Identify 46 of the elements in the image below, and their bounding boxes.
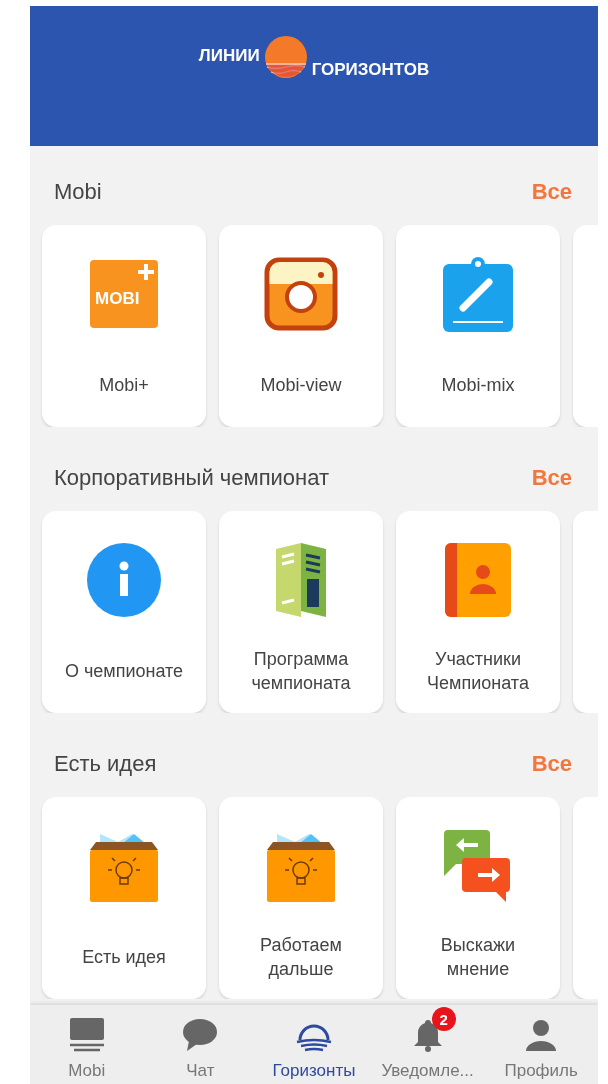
tile-label: Есть идея	[81, 946, 167, 969]
tile-label: Mobi-mix	[440, 374, 516, 397]
tile-label: О чемпионате	[63, 660, 185, 683]
tile-label: Программа чемпионата	[250, 648, 352, 695]
tile-label: Участники Чемпионата	[426, 648, 530, 695]
nav-tab[interactable]: Горизонты	[257, 1005, 371, 1084]
nav-label: Mobi	[68, 1061, 106, 1081]
app-tile[interactable]: MOBI Mobi+	[42, 225, 206, 427]
app-tile[interactable]: Работаем дальше	[219, 797, 383, 999]
tile-label: Работаем дальше	[259, 934, 343, 981]
sunset-logo-icon	[263, 36, 308, 78]
app-tile[interactable]: Есть идея	[42, 797, 206, 999]
mobi-plus-icon: MOBI	[90, 260, 158, 328]
clipboard-pencil-icon	[443, 256, 513, 332]
tile-label: Выскажи мнение	[439, 934, 517, 981]
tile-label: Mobi+	[98, 374, 150, 397]
section-title: Есть идея	[54, 750, 157, 777]
nav-label: Профиль	[504, 1061, 578, 1081]
logo-text: ЛИНИИ	[198, 46, 260, 66]
bell-icon	[413, 1018, 442, 1052]
app-tile[interactable]: Участники Чемпионата	[396, 511, 560, 713]
nav-tab[interactable]: Mobi	[30, 1005, 144, 1084]
camera-icon	[264, 257, 338, 331]
nav-tab[interactable]: Профиль	[484, 1005, 598, 1084]
nav-label: Чат	[186, 1061, 215, 1081]
chat-arrows-icon	[444, 830, 512, 902]
app-tile[interactable]: Mobi-view	[219, 225, 383, 427]
contact-book-icon	[445, 543, 511, 617]
section-title: Корпоративный чемпионат	[54, 464, 330, 491]
monitor-icon	[69, 1018, 104, 1052]
notification-badge: 2	[431, 1007, 456, 1031]
nav-label: Горизонты	[272, 1061, 356, 1081]
app-tile[interactable]: О чемпионате	[42, 511, 206, 713]
section-title: Mobi	[54, 178, 102, 205]
logo-text: ГОРИЗОНТОВ	[311, 60, 430, 80]
nav-label: Уведомле...	[381, 1061, 474, 1081]
person-icon	[526, 1019, 557, 1051]
brochure-icon	[276, 543, 326, 617]
tile-label: Mobi-view	[259, 374, 343, 397]
app-tile[interactable]: Выскажи мнение	[396, 797, 560, 999]
nav-tab[interactable]: Чат	[143, 1005, 258, 1084]
chat-bubble-icon	[183, 1019, 218, 1051]
app-tile[interactable]: Mobi-mix	[396, 225, 560, 427]
nav-tab[interactable]: 2 Уведомле...	[370, 1005, 485, 1084]
info-icon	[87, 543, 161, 617]
app-tile[interactable]: Программа чемпионата	[219, 511, 383, 713]
